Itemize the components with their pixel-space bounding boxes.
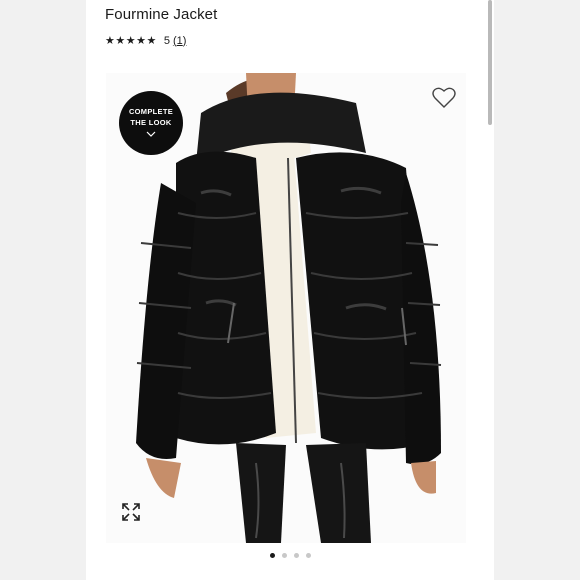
product-rating: ★★★★★ 5 (1): [105, 34, 186, 48]
rating-stars: ★★★★★: [105, 35, 157, 47]
carousel-indicator: [86, 553, 494, 558]
review-count[interactable]: 1: [177, 35, 183, 47]
review-count-link[interactable]: (1): [173, 35, 186, 47]
right-margin: [494, 0, 580, 580]
rating-value: 5: [163, 34, 170, 47]
product-title: Fourmine Jacket: [105, 6, 218, 23]
carousel-dot[interactable]: [305, 553, 311, 558]
left-margin: [0, 0, 86, 580]
scrollbar-thumb[interactable]: [488, 0, 492, 125]
heart-icon[interactable]: [432, 87, 456, 109]
product-page: Fourmine Jacket ★★★★★ 5 (1) COMPLETE THE…: [86, 0, 494, 580]
carousel-dot[interactable]: [293, 553, 299, 558]
carousel-dot[interactable]: [269, 553, 275, 558]
badge-line-1: COMPLETE: [128, 107, 174, 116]
badge-line-2: THE LOOK: [130, 118, 172, 127]
chevron-down-icon: [146, 129, 156, 140]
complete-the-look-button[interactable]: COMPLETE THE LOOK: [119, 91, 183, 155]
expand-icon[interactable]: [121, 502, 141, 522]
carousel-dot[interactable]: [281, 553, 287, 558]
